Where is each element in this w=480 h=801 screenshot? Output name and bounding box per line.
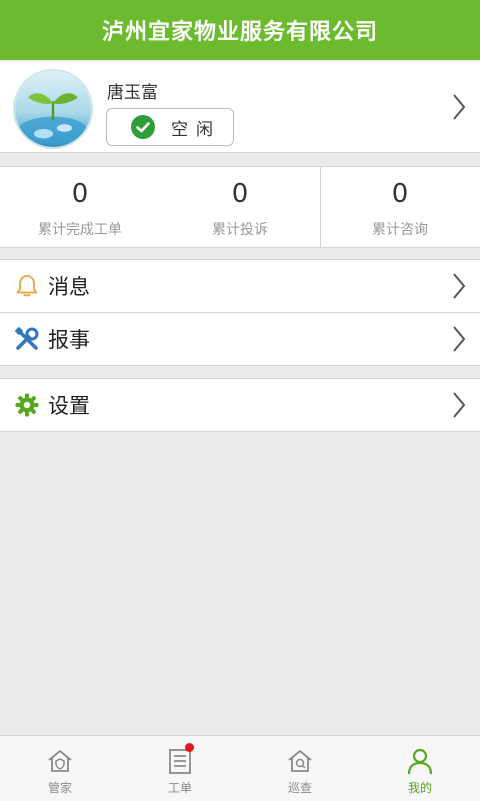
stats-panel: 0 累计完成工单 0 累计投诉 0 累计咨询	[0, 166, 480, 248]
profile-card[interactable]: 唐玉富 空闲	[0, 62, 480, 153]
tab-label: 管家	[47, 781, 72, 795]
tab-butler[interactable]: 管家	[0, 736, 120, 801]
stat-label: 累计投诉	[212, 222, 268, 238]
status-label: 空闲	[171, 119, 221, 140]
menu-label: 设置	[48, 394, 90, 418]
stat-value: 0	[231, 179, 249, 209]
avatar	[13, 69, 93, 149]
tab-mine[interactable]: 我的	[360, 736, 480, 801]
menu-item-report[interactable]: 报事	[0, 312, 480, 365]
menu-item-settings[interactable]: 设置	[0, 379, 480, 431]
tab-label: 巡查	[287, 781, 312, 795]
stat-consultations[interactable]: 0 累计咨询	[320, 167, 480, 247]
menu-group-settings: 设置	[0, 378, 480, 432]
avatar-image-icon	[15, 71, 91, 147]
menu-label: 消息	[48, 275, 90, 299]
tab-work-orders[interactable]: 工单	[120, 736, 240, 801]
stat-label: 累计咨询	[372, 222, 428, 238]
stat-completed-orders[interactable]: 0 累计完成工单	[0, 167, 160, 247]
status-button[interactable]: 空闲	[106, 108, 234, 146]
stat-value: 0	[71, 179, 89, 209]
chevron-right-icon	[453, 326, 466, 352]
tab-label: 工单	[167, 781, 192, 795]
app-header: 泸州宜家物业服务有限公司	[0, 0, 480, 60]
tools-icon	[14, 326, 39, 350]
menu-label: 报事	[48, 328, 90, 352]
notification-badge	[185, 743, 194, 752]
gear-icon	[15, 393, 39, 417]
house-search-icon	[288, 749, 312, 772]
chevron-right-icon	[453, 392, 466, 418]
chevron-right-icon	[453, 94, 466, 120]
check-circle-icon	[131, 115, 155, 139]
bottom-tab-bar: 管家 工单 巡查 我的	[0, 735, 480, 801]
menu-item-messages[interactable]: 消息	[0, 260, 480, 312]
menu-group-main: 消息 报事	[0, 259, 480, 366]
house-shield-icon	[48, 749, 72, 772]
person-icon	[407, 748, 433, 775]
stat-label: 累计完成工单	[38, 222, 122, 238]
user-name: 唐玉富	[107, 83, 158, 103]
tab-label: 我的	[407, 781, 432, 795]
stat-value: 0	[391, 179, 409, 209]
page-title: 泸州宜家物业服务有限公司	[101, 20, 378, 45]
tab-patrol[interactable]: 巡查	[240, 736, 360, 801]
stat-complaints[interactable]: 0 累计投诉	[160, 167, 320, 247]
bell-icon	[16, 275, 38, 297]
chevron-right-icon	[453, 273, 466, 299]
